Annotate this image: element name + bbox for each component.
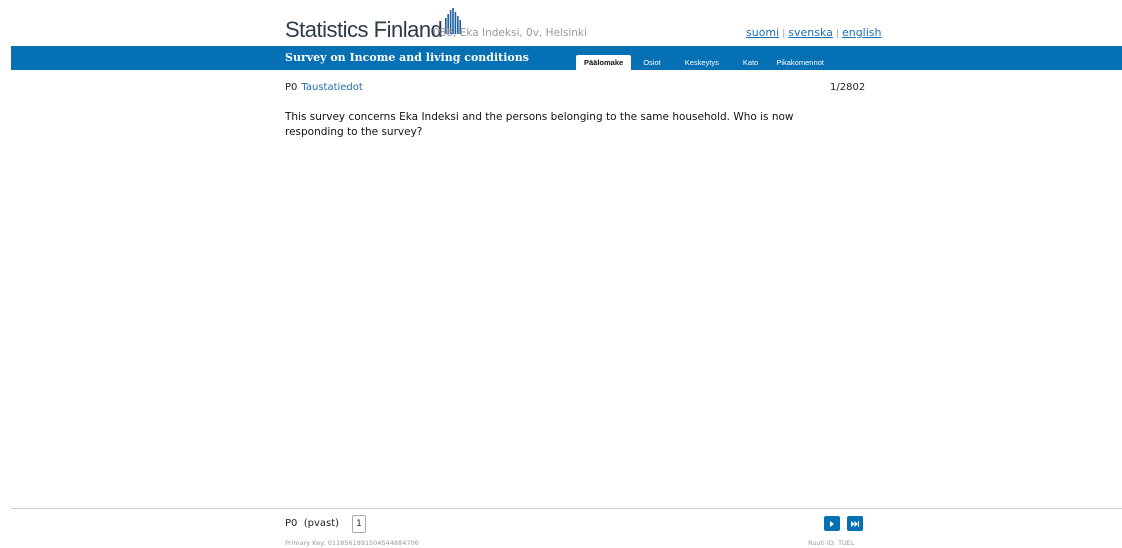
last-button[interactable]	[847, 516, 863, 531]
tab-keskeytys[interactable]: Keskeytys	[673, 55, 731, 70]
section-link[interactable]: Taustatiedot	[301, 82, 362, 93]
tab-bar: Päälomake Osiot Keskeytys Kato Pikakomen…	[576, 55, 830, 70]
question-counter: 1/2802	[830, 82, 866, 93]
ruuti-id: Ruuti ID: TUEL	[808, 539, 855, 547]
footer-divider	[11, 508, 1122, 509]
question-code: P0	[285, 82, 298, 93]
question-header: P0 Taustatiedot	[285, 82, 363, 93]
tab-pikakomennot[interactable]: Pikakomennot	[770, 55, 830, 70]
language-separator: |	[835, 29, 839, 39]
next-button[interactable]	[824, 516, 840, 531]
survey-title: Survey on Income and living conditions	[285, 51, 529, 64]
question-text: This survey concerns Eka Indeksi and the…	[285, 111, 794, 138]
variable-label: P0 (pvast)	[285, 518, 340, 529]
tab-paalomake[interactable]: Päälomake	[576, 55, 632, 70]
language-link-suomi[interactable]: suomi	[746, 26, 779, 39]
next-icon	[830, 520, 834, 527]
language-switcher: suomi | svenska | english	[746, 26, 882, 39]
tab-osiot[interactable]: Osiot	[631, 55, 673, 70]
logo-text: Statistics Finland	[285, 17, 443, 42]
language-separator: |	[782, 29, 786, 39]
case-info: 088, Eka Indeksi, 0v, Helsinki	[433, 27, 587, 39]
answer-input[interactable]: 1	[352, 515, 366, 533]
primary-key: Primary Key: 0118561891504544884706	[285, 539, 419, 547]
title-band	[11, 46, 1122, 70]
language-link-english[interactable]: english	[842, 26, 882, 39]
tab-kato[interactable]: Kato	[731, 55, 770, 70]
last-icon	[851, 520, 859, 527]
language-link-svenska[interactable]: svenska	[788, 26, 833, 39]
